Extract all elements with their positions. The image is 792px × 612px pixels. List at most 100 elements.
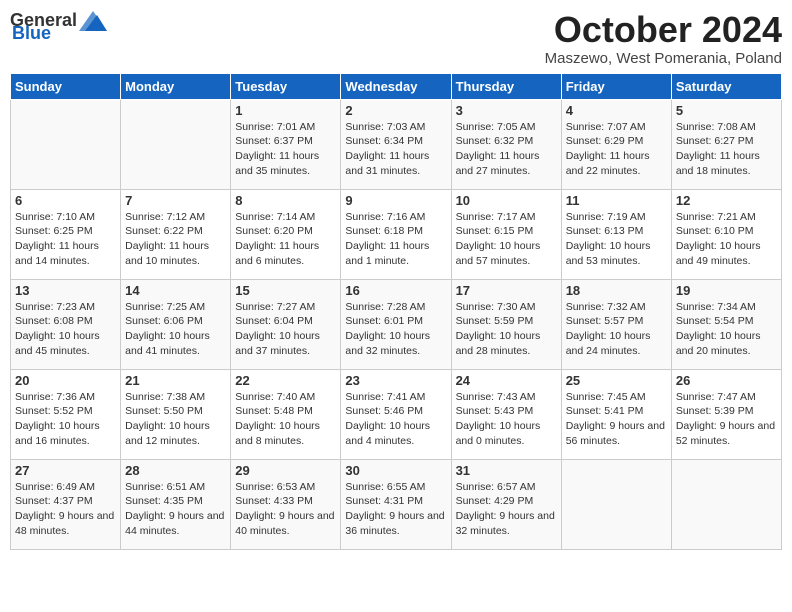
day-info: Sunrise: 7:45 AM Sunset: 5:41 PM Dayligh… (566, 390, 667, 449)
calendar-week-row: 6 Sunrise: 7:10 AM Sunset: 6:25 PM Daylig… (11, 189, 782, 279)
day-info: Sunrise: 7:41 AM Sunset: 5:46 PM Dayligh… (345, 390, 446, 449)
day-info: Sunrise: 7:23 AM Sunset: 6:08 PM Dayligh… (15, 300, 116, 359)
calendar-table: SundayMondayTuesdayWednesdayThursdayFrid… (10, 73, 782, 550)
day-info: Sunrise: 7:21 AM Sunset: 6:10 PM Dayligh… (676, 210, 777, 269)
calendar-cell: 26 Sunrise: 7:47 AM Sunset: 5:39 PM Dayli… (671, 369, 781, 459)
day-number: 21 (125, 373, 226, 388)
calendar-cell: 30 Sunrise: 6:55 AM Sunset: 4:31 PM Dayli… (341, 459, 451, 549)
day-number: 16 (345, 283, 446, 298)
day-info: Sunrise: 7:16 AM Sunset: 6:18 PM Dayligh… (345, 210, 446, 269)
day-info: Sunrise: 7:05 AM Sunset: 6:32 PM Dayligh… (456, 120, 557, 179)
location-title: Maszewo, West Pomerania, Poland (545, 50, 782, 67)
calendar-cell: 22Sunrise: 7:40 AM Sunset: 5:48 PM Dayli… (231, 369, 341, 459)
calendar-cell: 25 Sunrise: 7:45 AM Sunset: 5:41 PM Dayli… (561, 369, 671, 459)
calendar-cell: 24Sunrise: 7:43 AM Sunset: 5:43 PM Dayli… (451, 369, 561, 459)
day-info: Sunrise: 7:03 AM Sunset: 6:34 PM Dayligh… (345, 120, 446, 179)
logo-icon (79, 11, 107, 31)
calendar-week-row: 20 Sunrise: 7:36 AM Sunset: 5:52 PM Dayli… (11, 369, 782, 459)
logo: General Blue (10, 10, 107, 44)
calendar-cell: 16 Sunrise: 7:28 AM Sunset: 6:01 PM Dayli… (341, 279, 451, 369)
day-number: 29 (235, 463, 336, 478)
calendar-cell: 21 Sunrise: 7:38 AM Sunset: 5:50 PM Dayli… (121, 369, 231, 459)
day-number: 28 (125, 463, 226, 478)
day-info: Sunrise: 7:30 AM Sunset: 5:59 PM Dayligh… (456, 300, 557, 359)
day-info: Sunrise: 6:51 AM Sunset: 4:35 PM Dayligh… (125, 480, 226, 539)
weekday-header: Tuesday (231, 73, 341, 99)
day-number: 20 (15, 373, 116, 388)
calendar-cell: 12 Sunrise: 7:21 AM Sunset: 6:10 PM Dayli… (671, 189, 781, 279)
day-info: Sunrise: 7:34 AM Sunset: 5:54 PM Dayligh… (676, 300, 777, 359)
calendar-cell: 20 Sunrise: 7:36 AM Sunset: 5:52 PM Dayli… (11, 369, 121, 459)
calendar-cell: 15Sunrise: 7:27 AM Sunset: 6:04 PM Dayli… (231, 279, 341, 369)
day-number: 6 (15, 193, 116, 208)
calendar-cell: 14Sunrise: 7:25 AM Sunset: 6:06 PM Dayli… (121, 279, 231, 369)
day-number: 26 (676, 373, 777, 388)
day-info: Sunrise: 7:28 AM Sunset: 6:01 PM Dayligh… (345, 300, 446, 359)
day-info: Sunrise: 7:10 AM Sunset: 6:25 PM Dayligh… (15, 210, 116, 269)
calendar-cell (561, 459, 671, 549)
day-number: 17 (456, 283, 557, 298)
calendar-week-row: 27 Sunrise: 6:49 AM Sunset: 4:37 PM Dayli… (11, 459, 782, 549)
day-info: Sunrise: 7:08 AM Sunset: 6:27 PM Dayligh… (676, 120, 777, 179)
day-number: 25 (566, 373, 667, 388)
weekday-header: Saturday (671, 73, 781, 99)
calendar-cell: 23Sunrise: 7:41 AM Sunset: 5:46 PM Dayli… (341, 369, 451, 459)
calendar-cell: 19 Sunrise: 7:34 AM Sunset: 5:54 PM Dayli… (671, 279, 781, 369)
day-number: 12 (676, 193, 777, 208)
day-number: 2 (345, 103, 446, 118)
day-info: Sunrise: 7:32 AM Sunset: 5:57 PM Dayligh… (566, 300, 667, 359)
day-info: Sunrise: 7:38 AM Sunset: 5:50 PM Dayligh… (125, 390, 226, 449)
calendar-cell: 6 Sunrise: 7:10 AM Sunset: 6:25 PM Daylig… (11, 189, 121, 279)
day-info: Sunrise: 7:36 AM Sunset: 5:52 PM Dayligh… (15, 390, 116, 449)
day-number: 27 (15, 463, 116, 478)
calendar-week-row: 1Sunrise: 7:01 AM Sunset: 6:37 PM Daylig… (11, 99, 782, 189)
day-number: 13 (15, 283, 116, 298)
day-number: 18 (566, 283, 667, 298)
day-number: 30 (345, 463, 446, 478)
day-info: Sunrise: 7:17 AM Sunset: 6:15 PM Dayligh… (456, 210, 557, 269)
calendar-cell: 31 Sunrise: 6:57 AM Sunset: 4:29 PM Dayli… (451, 459, 561, 549)
day-info: Sunrise: 7:19 AM Sunset: 6:13 PM Dayligh… (566, 210, 667, 269)
calendar-cell: 13 Sunrise: 7:23 AM Sunset: 6:08 PM Dayli… (11, 279, 121, 369)
weekday-header: Monday (121, 73, 231, 99)
calendar-cell (11, 99, 121, 189)
calendar-cell: 3 Sunrise: 7:05 AM Sunset: 6:32 PM Daylig… (451, 99, 561, 189)
day-number: 4 (566, 103, 667, 118)
day-info: Sunrise: 7:47 AM Sunset: 5:39 PM Dayligh… (676, 390, 777, 449)
day-number: 22 (235, 373, 336, 388)
logo-blue: Blue (12, 23, 51, 44)
calendar-cell: 2 Sunrise: 7:03 AM Sunset: 6:34 PM Daylig… (341, 99, 451, 189)
day-info: Sunrise: 7:12 AM Sunset: 6:22 PM Dayligh… (125, 210, 226, 269)
month-title: October 2024 (545, 10, 782, 50)
calendar-cell: 8Sunrise: 7:14 AM Sunset: 6:20 PM Daylig… (231, 189, 341, 279)
day-number: 19 (676, 283, 777, 298)
calendar-cell (121, 99, 231, 189)
calendar-cell: 29 Sunrise: 6:53 AM Sunset: 4:33 PM Dayli… (231, 459, 341, 549)
calendar-cell: 9 Sunrise: 7:16 AM Sunset: 6:18 PM Daylig… (341, 189, 451, 279)
day-number: 1 (235, 103, 336, 118)
day-info: Sunrise: 6:57 AM Sunset: 4:29 PM Dayligh… (456, 480, 557, 539)
day-number: 3 (456, 103, 557, 118)
day-info: Sunrise: 6:53 AM Sunset: 4:33 PM Dayligh… (235, 480, 336, 539)
calendar-cell: 4Sunrise: 7:07 AM Sunset: 6:29 PM Daylig… (561, 99, 671, 189)
day-info: Sunrise: 6:49 AM Sunset: 4:37 PM Dayligh… (15, 480, 116, 539)
day-info: Sunrise: 7:43 AM Sunset: 5:43 PM Dayligh… (456, 390, 557, 449)
day-number: 14 (125, 283, 226, 298)
weekday-header: Sunday (11, 73, 121, 99)
calendar-cell (671, 459, 781, 549)
day-number: 31 (456, 463, 557, 478)
weekday-header: Friday (561, 73, 671, 99)
calendar-cell: 27 Sunrise: 6:49 AM Sunset: 4:37 PM Dayli… (11, 459, 121, 549)
calendar-cell: 17 Sunrise: 7:30 AM Sunset: 5:59 PM Dayli… (451, 279, 561, 369)
weekday-header: Thursday (451, 73, 561, 99)
day-info: Sunrise: 6:55 AM Sunset: 4:31 PM Dayligh… (345, 480, 446, 539)
calendar-cell: 28 Sunrise: 6:51 AM Sunset: 4:35 PM Dayli… (121, 459, 231, 549)
day-number: 15 (235, 283, 336, 298)
day-number: 5 (676, 103, 777, 118)
day-number: 8 (235, 193, 336, 208)
calendar-body: 1Sunrise: 7:01 AM Sunset: 6:37 PM Daylig… (11, 99, 782, 549)
calendar-cell: 1Sunrise: 7:01 AM Sunset: 6:37 PM Daylig… (231, 99, 341, 189)
day-number: 7 (125, 193, 226, 208)
day-number: 9 (345, 193, 446, 208)
calendar-header: SundayMondayTuesdayWednesdayThursdayFrid… (11, 73, 782, 99)
